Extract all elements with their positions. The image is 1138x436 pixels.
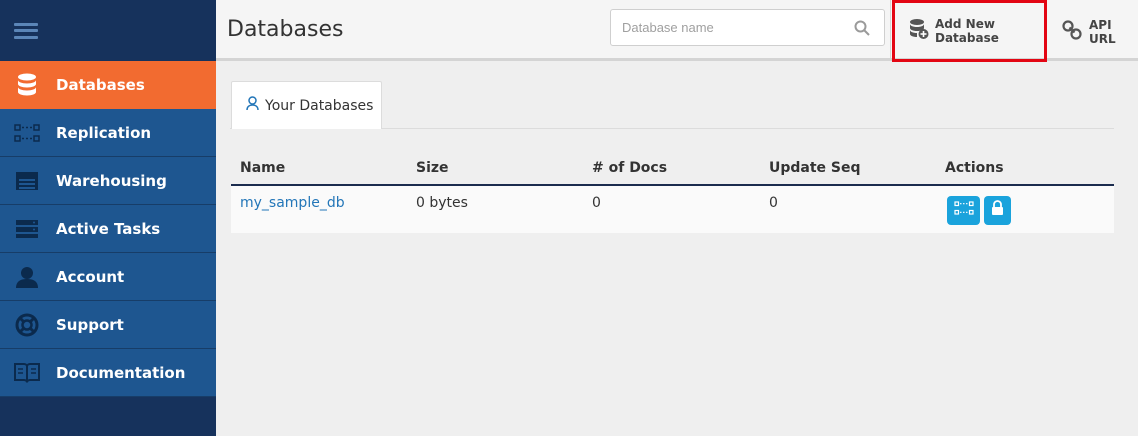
databases-table: Name Size # of Docs Update Seq Actions m… <box>231 151 1114 233</box>
database-size: 0 bytes <box>416 195 468 211</box>
column-header-docs: # of Docs <box>592 160 668 176</box>
sidebar-item-replication[interactable]: Replication <box>0 109 216 157</box>
add-new-database-label: Add New Database <box>935 17 999 45</box>
book-icon <box>14 360 40 386</box>
page-title: Databases <box>227 17 344 42</box>
sidebar-item-account[interactable]: Account <box>0 253 216 301</box>
api-url-label: API URL <box>1089 18 1116 46</box>
sidebar-item-label: Documentation <box>56 363 186 382</box>
header: Databases Add New Database API URL <box>216 0 1138 62</box>
database-name-link[interactable]: my_sample_db <box>240 195 345 211</box>
column-header-actions: Actions <box>945 160 1004 176</box>
table-header: Name Size # of Docs Update Seq Actions <box>231 151 1114 186</box>
warehouse-icon <box>14 168 40 194</box>
table-row: my_sample_db 0 bytes 0 0 <box>231 186 1114 233</box>
tasks-icon <box>14 216 40 242</box>
replicate-button[interactable] <box>947 196 980 225</box>
lifebuoy-icon <box>14 312 40 338</box>
sidebar-item-label: Replication <box>56 123 152 142</box>
sidebar-top <box>0 0 216 61</box>
sidebar-item-databases[interactable]: Databases <box>0 61 216 109</box>
search-box <box>610 9 885 46</box>
sidebar-item-label: Account <box>56 267 125 286</box>
account-icon <box>14 264 40 290</box>
search-icon[interactable] <box>854 20 870 36</box>
sidebar-item-label: Support <box>56 315 124 334</box>
sidebar-item-label: Databases <box>56 75 145 94</box>
database-add-icon <box>909 18 929 45</box>
column-header-name: Name <box>240 160 286 176</box>
column-header-update-seq: Update Seq <box>769 160 861 176</box>
database-doc-count: 0 <box>592 195 601 211</box>
sidebar-item-label: Active Tasks <box>56 219 161 238</box>
database-icon <box>14 72 40 98</box>
sidebar-item-label: Warehousing <box>56 171 167 190</box>
lock-icon <box>991 200 1004 221</box>
column-header-size: Size <box>416 160 449 176</box>
sidebar-item-support[interactable]: Support <box>0 301 216 349</box>
add-new-database-button[interactable]: Add New Database <box>892 0 1047 62</box>
menu-icon[interactable] <box>14 22 38 39</box>
replicate-icon <box>953 201 974 220</box>
sidebar-item-documentation[interactable]: Documentation <box>0 349 216 397</box>
permissions-button[interactable] <box>984 196 1011 225</box>
search-input[interactable] <box>611 10 841 45</box>
tab-label: Your Databases <box>265 97 374 114</box>
main-content: Your Databases Name Size # of Docs Updat… <box>216 61 1138 436</box>
database-update-seq: 0 <box>769 195 778 211</box>
link-icon <box>1062 19 1082 45</box>
sidebar-item-warehousing[interactable]: Warehousing <box>0 157 216 205</box>
sidebar: Databases Replication Warehousing Active… <box>0 0 216 436</box>
sidebar-item-active-tasks[interactable]: Active Tasks <box>0 205 216 253</box>
replication-icon <box>14 120 40 146</box>
user-icon <box>246 95 259 116</box>
api-url-button[interactable]: API URL <box>1062 18 1138 46</box>
tab-your-databases[interactable]: Your Databases <box>231 81 382 129</box>
header-divider <box>890 0 891 58</box>
